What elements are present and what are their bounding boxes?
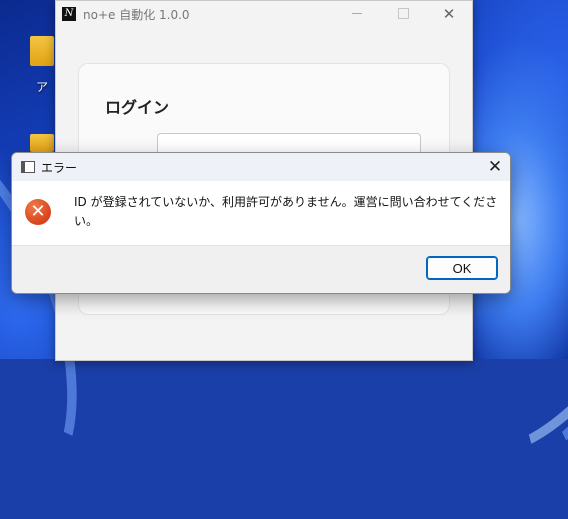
maximize-icon [397, 8, 409, 19]
app-logo-icon: N [62, 7, 76, 21]
ok-button[interactable]: OK [426, 256, 498, 280]
dialog-footer: OK [12, 245, 510, 293]
dialog-title: エラー [41, 160, 78, 175]
minimize-button[interactable] [334, 1, 380, 27]
dialog-titlebar[interactable]: エラー ✕ [12, 153, 510, 181]
login-heading: ログイン [105, 98, 170, 117]
desktop-folder-icon[interactable] [30, 36, 54, 66]
error-dialog: エラー ✕ ✕ ID が登録されていないか、利用許可がありません。運営に問い合わ… [11, 152, 511, 294]
desktop-folder-icon[interactable] [30, 134, 54, 152]
dialog-window-icon [21, 161, 35, 173]
minimize-icon [352, 13, 362, 14]
desktop-icon-label: ア [36, 80, 49, 94]
maximize-button[interactable] [380, 1, 426, 27]
app-titlebar[interactable]: N no+e 自動化 1.0.0 ✕ [56, 1, 472, 27]
error-icon: ✕ [25, 199, 51, 225]
app-title: no+e 自動化 1.0.0 [83, 7, 190, 22]
window-close-button[interactable]: ✕ [426, 1, 472, 27]
error-message: ID が登録されていないか、利用許可がありません。運営に問い合わせてください。 [74, 195, 498, 228]
dialog-body: ✕ ID が登録されていないか、利用許可がありません。運営に問い合わせてください… [12, 181, 510, 245]
dialog-close-button[interactable]: ✕ [480, 153, 510, 181]
